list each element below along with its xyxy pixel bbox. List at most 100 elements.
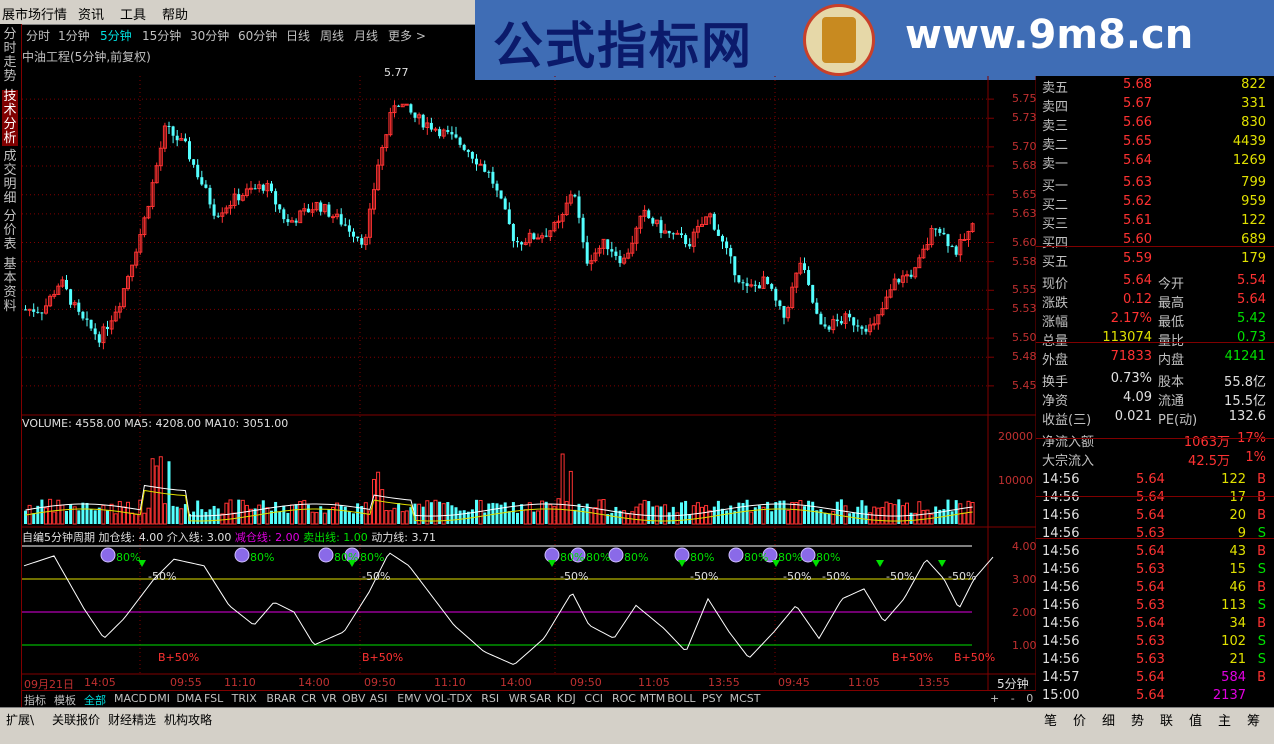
candle-body — [581, 217, 585, 243]
indicator-tab[interactable]: PSY — [702, 692, 722, 705]
volume-bar — [925, 509, 930, 525]
volume-bar — [536, 510, 540, 525]
candle-body — [360, 238, 364, 245]
indicator-tab[interactable]: TRIX — [232, 692, 257, 705]
label-80pct: 80% — [690, 551, 715, 564]
indicator-tab[interactable]: MTM — [640, 692, 666, 705]
candle-body — [909, 274, 913, 277]
price-axis-label: 5.73 — [1012, 111, 1037, 125]
volume-bar — [560, 453, 565, 525]
face-icon — [800, 547, 816, 563]
ma5-value: MA5: 4208.00 — [124, 417, 201, 430]
right-tab[interactable]: 联 — [1160, 710, 1173, 729]
volume-bar — [228, 499, 233, 525]
volume-bar — [204, 511, 208, 524]
label-80pct: 80% — [334, 551, 359, 564]
candle-body — [610, 249, 614, 252]
right-panel-tabs: 笔价细势联值主筹 — [1036, 710, 1274, 729]
indicator-tab[interactable]: WR — [509, 692, 528, 705]
candle-body — [81, 311, 85, 319]
stat-label: 外盘 — [1042, 353, 1069, 368]
volume-bar — [106, 510, 109, 524]
candle-body — [938, 228, 942, 233]
volume-bar — [597, 499, 602, 525]
status-related[interactable]: 关联报价 — [52, 711, 100, 728]
indicator-tab[interactable]: VR — [322, 692, 337, 705]
quote-divider — [1036, 246, 1274, 247]
right-tab[interactable]: 筹 — [1247, 710, 1260, 729]
indicator-tab[interactable]: VOL-TDX — [425, 692, 473, 705]
indicator-tab[interactable]: KDJ — [557, 692, 576, 705]
volume-bar — [179, 508, 184, 525]
volume-bar — [192, 511, 196, 524]
order-volume: 179 — [1241, 251, 1266, 266]
candle-body — [725, 241, 729, 249]
indicator-tab[interactable]: MCST — [730, 692, 761, 705]
volume-bar — [93, 510, 97, 524]
right-tab[interactable]: 主 — [1218, 710, 1231, 729]
indicator-tab[interactable]: ROC — [612, 692, 636, 705]
tick-row: 14:56 5.63 102 S — [1040, 634, 1270, 652]
zoom-in-button[interactable]: + — [990, 692, 999, 705]
indicator-tab[interactable]: DMA — [176, 692, 202, 705]
indicator-tab[interactable]: BRAR — [266, 692, 296, 705]
right-tab[interactable]: 价 — [1073, 710, 1086, 729]
candle-body — [65, 279, 68, 290]
indicator-tab[interactable]: 全部 — [84, 692, 106, 708]
status-expand[interactable]: 扩展\ — [6, 711, 34, 728]
zoom-reset-button[interactable]: 0 — [1026, 692, 1033, 705]
right-tab[interactable]: 笔 — [1044, 710, 1057, 729]
candle-body — [352, 231, 355, 237]
indicator-tab[interactable]: RSI — [481, 692, 499, 705]
candle-body — [782, 306, 786, 318]
volume-bar — [811, 501, 815, 524]
stat-label: PE(动) — [1158, 413, 1198, 428]
indicator-tab[interactable]: EMV — [397, 692, 421, 705]
label-b50: B+50% — [362, 651, 404, 664]
indicator-tab[interactable]: ASI — [370, 692, 388, 705]
candle-body — [450, 132, 454, 135]
down-arrow-icon — [938, 560, 946, 567]
volume-bar — [376, 471, 381, 525]
right-tab[interactable]: 值 — [1189, 710, 1202, 729]
volume-bar — [265, 507, 270, 525]
indicator-tab[interactable]: BOLL — [667, 692, 695, 705]
candle-body — [835, 319, 839, 322]
stat-value: 5.42 — [1237, 311, 1266, 326]
candle-body — [397, 105, 401, 107]
volume-bar — [175, 506, 179, 524]
order-price: 5.60 — [1123, 232, 1152, 247]
stat-label: 内盘 — [1158, 353, 1185, 368]
order-level: 卖一 — [1042, 157, 1069, 172]
status-institution[interactable]: 机构攻略 — [164, 711, 212, 728]
label-b50: B+50% — [954, 651, 996, 664]
volume-bar — [335, 502, 340, 525]
indicator-tab[interactable]: 指标 — [24, 692, 46, 708]
price-axis-label: 5.63 — [1012, 206, 1037, 220]
indicator-tab[interactable]: DMI — [149, 692, 170, 705]
indicator-tab[interactable]: MACD — [114, 692, 147, 705]
label-minus50: -50% — [148, 570, 177, 583]
candle-body — [478, 163, 483, 166]
indicator-tab[interactable]: OBV — [342, 692, 365, 705]
order-book-sell-row: 卖一 5.64 1269 — [1040, 153, 1270, 172]
volume-bar — [167, 461, 171, 524]
candle-body — [404, 103, 409, 106]
volume-bar — [200, 509, 204, 524]
volume-bar — [462, 510, 466, 524]
flow-value: 1063万 — [1183, 435, 1230, 450]
indicator-tab[interactable]: CCI — [584, 692, 603, 705]
indicator-tab[interactable]: 模板 — [54, 692, 76, 708]
stat-value: 0.12 — [1123, 292, 1152, 307]
status-finance[interactable]: 财经精选 — [108, 711, 156, 728]
volume-bar — [89, 508, 93, 524]
quote-divider — [1036, 342, 1274, 343]
indicator-tab[interactable]: CR — [301, 692, 316, 705]
right-tab[interactable]: 势 — [1131, 710, 1144, 729]
indicator-tab[interactable]: SAR — [529, 692, 551, 705]
right-tab[interactable]: 细 — [1102, 710, 1115, 729]
volume-bar — [352, 513, 355, 524]
indicator-tab[interactable]: FSL — [204, 692, 223, 705]
zoom-out-button[interactable]: - — [1011, 692, 1015, 705]
volume-bar — [162, 503, 167, 525]
